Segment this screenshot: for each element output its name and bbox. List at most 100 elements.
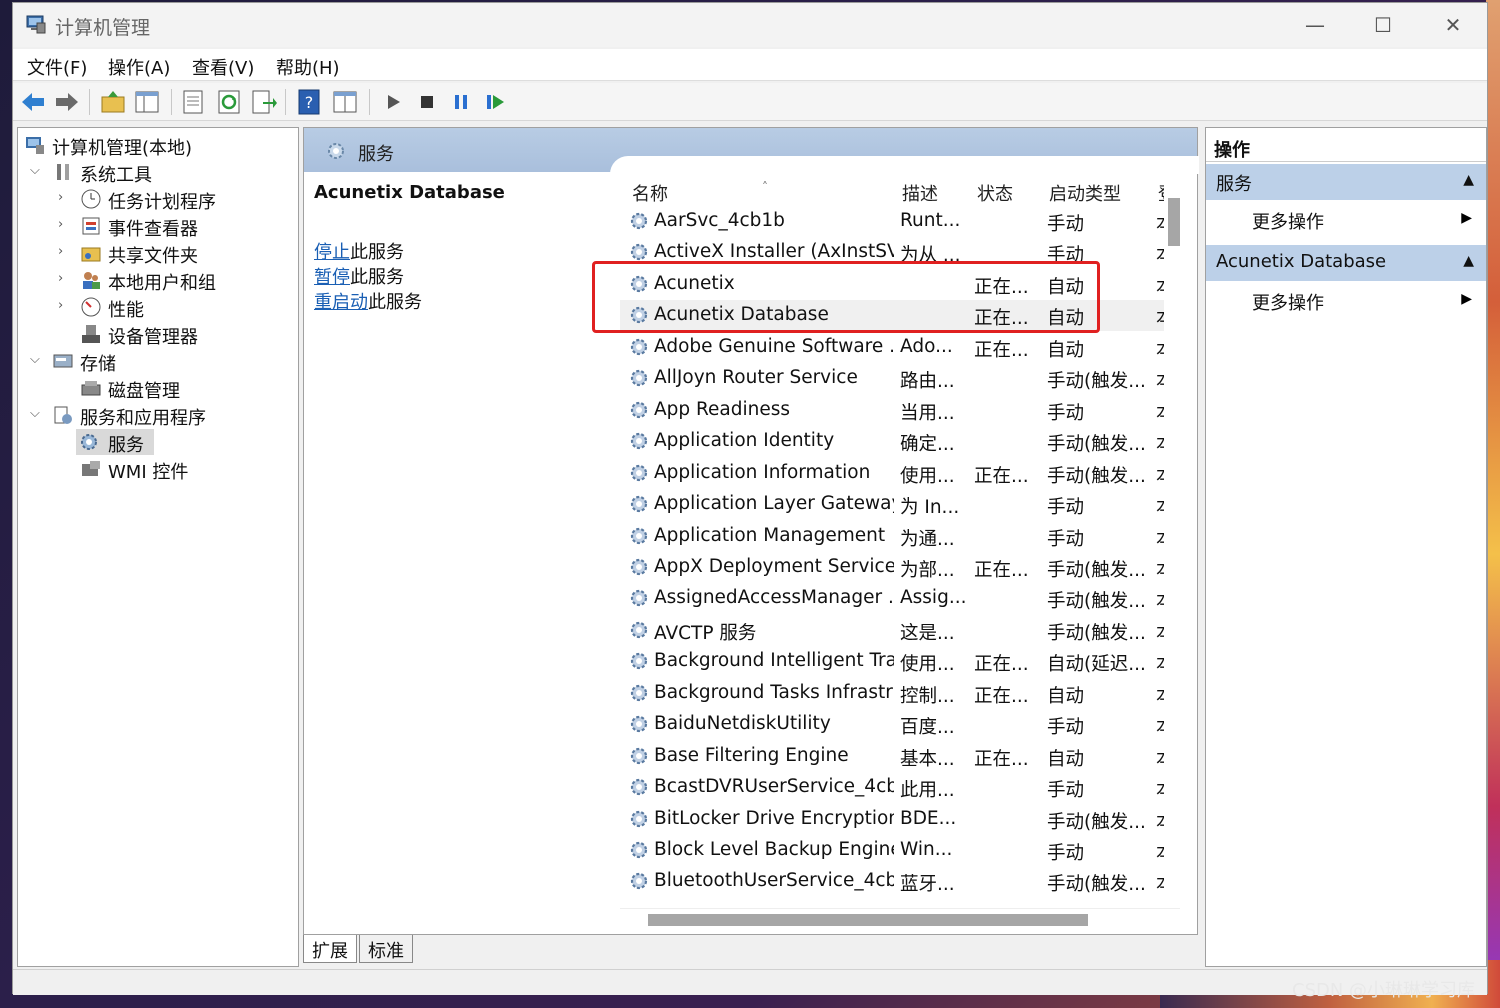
- tree-event-viewer[interactable]: › 事件查看器: [22, 213, 292, 240]
- services-pane: 服务 Acunetix Database 停止此服务 暂停此服务 重启动此服务 …: [303, 127, 1199, 935]
- service-description: 为通...: [900, 528, 955, 550]
- tree-device-manager[interactable]: 设备管理器: [22, 321, 292, 348]
- service-row[interactable]: BluetoothUserService_4cb... 蓝牙... 手动(触发...…: [620, 866, 1180, 897]
- service-description: BDE...: [900, 807, 957, 829]
- title-bar[interactable]: 计算机管理 — ☐ ✕: [13, 3, 1487, 47]
- service-name: BcastDVRUserService_4cb...: [654, 776, 894, 798]
- service-description: 当用...: [900, 402, 955, 424]
- chevron-down-icon[interactable]: ⌵: [30, 406, 40, 421]
- service-row[interactable]: AarSvc_4cb1bRunt...手动本: [620, 206, 1180, 237]
- pause-link[interactable]: 暂停: [314, 267, 350, 288]
- service-status: 正在...: [974, 339, 1029, 361]
- show-hide-tree-icon[interactable]: [133, 88, 161, 116]
- service-startup-type: 自动: [1047, 685, 1085, 707]
- tools-icon: [57, 164, 69, 180]
- service-row[interactable]: BaiduNetdiskUtility百度...手动本: [620, 709, 1180, 740]
- tab-standard[interactable]: 标准: [359, 935, 413, 963]
- chevron-down-icon[interactable]: ⌵: [30, 352, 40, 367]
- export-list-icon[interactable]: [249, 88, 277, 116]
- tree-local-users[interactable]: › 本地用户和组: [22, 267, 292, 294]
- wmi-icon: [82, 461, 100, 476]
- service-row[interactable]: Application Information 使用... 正在... 手动(触发..…: [620, 458, 1180, 489]
- tree-storage[interactable]: ⌵ 存储: [22, 348, 292, 375]
- stop-service-icon[interactable]: [413, 88, 441, 116]
- properties-icon[interactable]: [179, 88, 207, 116]
- chevron-right-icon[interactable]: ›: [58, 217, 63, 232]
- maximize-button[interactable]: ☐: [1363, 11, 1403, 39]
- tree-shared-folders[interactable]: › 共享文件夹: [22, 240, 292, 267]
- menu-file[interactable]: 文件(F): [27, 54, 87, 80]
- service-row[interactable]: Application Identity确定...手动(触发...本: [620, 426, 1180, 457]
- service-row[interactable]: AssignedAccessManager ... Assig... 手动(触发..…: [620, 583, 1180, 614]
- up-folder-icon[interactable]: [99, 88, 127, 116]
- tree-services[interactable]: 服务: [76, 429, 154, 456]
- chevron-right-icon[interactable]: ›: [58, 298, 63, 313]
- actions-pane: 操作 服务 ▲ 更多操作 ▶ Acunetix Database ▲ 更多操作 ▶: [1205, 127, 1487, 967]
- svg-text:?: ?: [305, 93, 314, 112]
- service-row[interactable]: BcastDVRUserService_4cb...此用...手动本: [620, 772, 1180, 803]
- service-name: Application Layer Gateway ...: [654, 493, 894, 515]
- computer-icon: [26, 137, 44, 154]
- close-button[interactable]: ✕: [1433, 11, 1473, 39]
- tree-task-scheduler[interactable]: › 任务计划程序: [22, 186, 292, 213]
- service-row[interactable]: Block Level Backup Engine ...Win...手动本: [620, 835, 1180, 866]
- chevron-right-icon[interactable]: ›: [58, 271, 63, 286]
- stop-service-action: 停止此服务: [314, 238, 404, 264]
- disk-icon: [81, 381, 101, 396]
- menu-view[interactable]: 查看(V): [192, 54, 254, 80]
- start-service-icon[interactable]: [379, 88, 407, 116]
- restart-link[interactable]: 重启动: [314, 292, 368, 313]
- chevron-right-icon[interactable]: ›: [58, 244, 63, 259]
- help-icon[interactable]: ?: [295, 88, 323, 116]
- forward-arrow-icon[interactable]: [53, 88, 81, 116]
- service-row[interactable]: Application Management为通...手动本: [620, 521, 1180, 552]
- service-row[interactable]: Application Layer Gateway ...为 In...手动本: [620, 489, 1180, 520]
- menu-action[interactable]: 操作(A): [108, 54, 170, 80]
- gear-icon: [630, 433, 648, 450]
- service-description: 使用...: [900, 465, 955, 487]
- tree-disk-management[interactable]: 磁盘管理: [22, 375, 292, 402]
- service-row[interactable]: AppX Deployment Service ... 为部... 正在... 手动(…: [620, 552, 1180, 583]
- restart-service-icon[interactable]: [481, 88, 509, 116]
- column-header-startup[interactable]: 启动类型: [1049, 180, 1121, 206]
- minimize-button[interactable]: —: [1295, 11, 1335, 39]
- collapse-up-icon[interactable]: ▲: [1463, 172, 1474, 188]
- service-row[interactable]: Base Filtering Engine基本...正在...自动本: [620, 741, 1180, 772]
- refresh-icon[interactable]: [215, 88, 243, 116]
- scroll-thumb[interactable]: [648, 914, 1088, 926]
- service-name: AssignedAccessManager ...: [654, 587, 894, 609]
- tree-system-tools[interactable]: ⌵ 系统工具: [22, 159, 292, 186]
- column-header-name[interactable]: 名称 ˄: [632, 180, 768, 206]
- service-row[interactable]: AVCTP 服务这是...手动(触发...本: [620, 615, 1180, 646]
- chevron-down-icon[interactable]: ⌵: [30, 163, 40, 178]
- stop-link[interactable]: 停止: [314, 242, 350, 263]
- service-row[interactable]: AllJoyn Router Service路由...手动(触发...本: [620, 363, 1180, 394]
- chevron-right-icon[interactable]: ›: [58, 190, 63, 205]
- scroll-thumb[interactable]: [1168, 198, 1180, 246]
- console-tree-icon[interactable]: [331, 88, 359, 116]
- horizontal-scrollbar[interactable]: [620, 908, 1180, 930]
- tab-extended[interactable]: 扩展: [303, 935, 357, 963]
- collapse-up-icon[interactable]: ▲: [1463, 253, 1474, 269]
- actions-section-acunetix-db[interactable]: Acunetix Database ▲: [1206, 245, 1486, 281]
- column-header-status[interactable]: 状态: [977, 180, 1013, 206]
- vertical-scrollbar[interactable]: [1164, 172, 1182, 908]
- menu-help[interactable]: 帮助(H): [276, 54, 340, 80]
- service-row[interactable]: Background Tasks Infrastru... 控制... 正在... 自…: [620, 678, 1180, 709]
- tree-root[interactable]: 计算机管理(本地): [22, 132, 292, 159]
- more-actions-services[interactable]: 更多操作: [1252, 208, 1324, 234]
- tree-services-apps[interactable]: ⌵ 服务和应用程序: [22, 402, 292, 429]
- service-row[interactable]: Adobe Genuine Software ...Ado...正在...自动本: [620, 332, 1180, 363]
- more-actions-acunetix-db[interactable]: 更多操作: [1252, 289, 1324, 315]
- service-name: AVCTP 服务: [654, 622, 757, 644]
- column-header-desc[interactable]: 描述: [902, 180, 938, 206]
- back-arrow-icon[interactable]: [19, 88, 47, 116]
- tree-performance[interactable]: › 性能: [22, 294, 292, 321]
- service-row[interactable]: App Readiness当用...手动本: [620, 395, 1180, 426]
- service-row[interactable]: BitLocker Drive Encryption ... BDE... 手动(触…: [620, 804, 1180, 835]
- actions-section-services[interactable]: 服务 ▲: [1206, 164, 1486, 200]
- tree-wmi[interactable]: WMI 控件: [22, 456, 292, 483]
- service-row[interactable]: Background Intelligent Tra... 使用... 正在... 自…: [620, 646, 1180, 677]
- tree-label: 服务和应用程序: [80, 408, 206, 429]
- pause-service-icon[interactable]: [447, 88, 475, 116]
